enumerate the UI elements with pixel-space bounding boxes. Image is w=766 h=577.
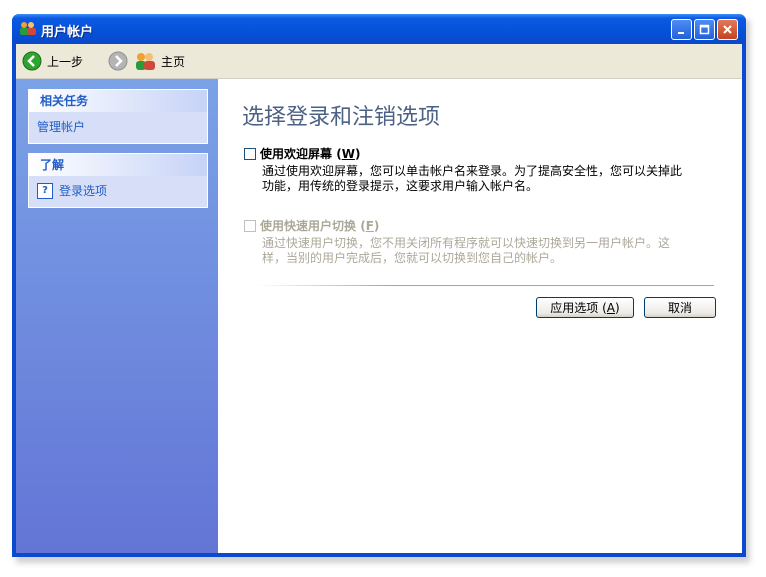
fast-user-switching-option: 使用快速用户切换 (F) 通过快速用户切换，您不用关闭所有程序就可以快速切换到另…: [244, 217, 692, 266]
back-button[interactable]: 上一步: [22, 50, 83, 72]
learn-body: ? 登录选项: [29, 176, 207, 207]
related-tasks-heading: 相关任务: [29, 90, 207, 112]
close-button[interactable]: [717, 19, 738, 40]
apply-shortcut: A: [606, 300, 616, 315]
close-icon: [723, 25, 732, 34]
main-panel: 选择登录和注销选项 使用欢迎屏幕 (W) 通过使用欢迎屏幕，您可以单击帐户名来登…: [218, 79, 742, 553]
welcome-screen-label[interactable]: 使用欢迎屏幕 (W): [260, 145, 360, 162]
home-button[interactable]: 主页: [134, 50, 185, 72]
maximize-button[interactable]: [694, 19, 715, 40]
title-bar[interactable]: 用户帐户: [12, 14, 746, 44]
users-icon: [20, 22, 36, 35]
home-label: 主页: [161, 54, 186, 69]
learn-heading: 了解: [29, 154, 207, 176]
window-title: 用户帐户: [41, 25, 94, 40]
related-tasks-body: 管理帐户: [29, 112, 207, 143]
logon-options-label: 登录选项: [59, 184, 108, 198]
welcome-screen-checkbox[interactable]: [244, 147, 256, 160]
learn-panel: 了解 ? 登录选项: [28, 153, 208, 208]
logon-options-link[interactable]: ? 登录选项: [37, 182, 199, 199]
welcome-screen-description: 通过使用欢迎屏幕，您可以单击帐户名来登录。为了提高安全性，您可以关掉此功能，用传…: [262, 164, 683, 193]
forward-arrow-icon: [108, 51, 128, 71]
welcome-screen-option: 使用欢迎屏幕 (W) 通过使用欢迎屏幕，您可以单击帐户名来登录。为了提高安全性，…: [244, 145, 692, 194]
fast-user-switching-checkbox: [244, 219, 256, 232]
apply-options-button[interactable]: 应用选项 (A): [536, 297, 634, 318]
divider: [256, 285, 714, 286]
back-arrow-icon: [22, 51, 42, 71]
welcome-screen-shortcut: W: [341, 147, 355, 161]
forward-button[interactable]: [108, 50, 128, 72]
fast-user-switching-label: 使用快速用户切换 (F): [260, 219, 380, 233]
toolbar: 上一步 主页: [16, 44, 742, 79]
fast-user-switching-shortcut: F: [365, 219, 374, 233]
user-accounts-window: 用户帐户 上一步 主页 相关任务 管理帐户 了解 ? 登录选项 选择登录和注销选…: [12, 14, 746, 557]
users-home-icon: [136, 53, 155, 70]
page-title: 选择登录和注销选项: [242, 105, 441, 130]
fast-user-switching-description: 通过快速用户切换，您不用关闭所有程序就可以快速切换到另一用户帐户。这样，当别的用…: [262, 236, 671, 265]
cancel-button[interactable]: 取消: [644, 297, 716, 318]
task-pane: 相关任务 管理帐户 了解 ? 登录选项: [16, 79, 218, 553]
manage-accounts-link[interactable]: 管理帐户: [37, 120, 85, 134]
minimize-icon: [678, 32, 684, 34]
content-area: 相关任务 管理帐户 了解 ? 登录选项 选择登录和注销选项 使用欢迎屏幕 (W)…: [16, 79, 742, 553]
maximize-icon: [699, 24, 710, 35]
back-label: 上一步: [47, 54, 84, 69]
help-icon: ?: [37, 182, 53, 199]
related-tasks-panel: 相关任务 管理帐户: [28, 89, 208, 144]
minimize-button[interactable]: [671, 19, 692, 40]
